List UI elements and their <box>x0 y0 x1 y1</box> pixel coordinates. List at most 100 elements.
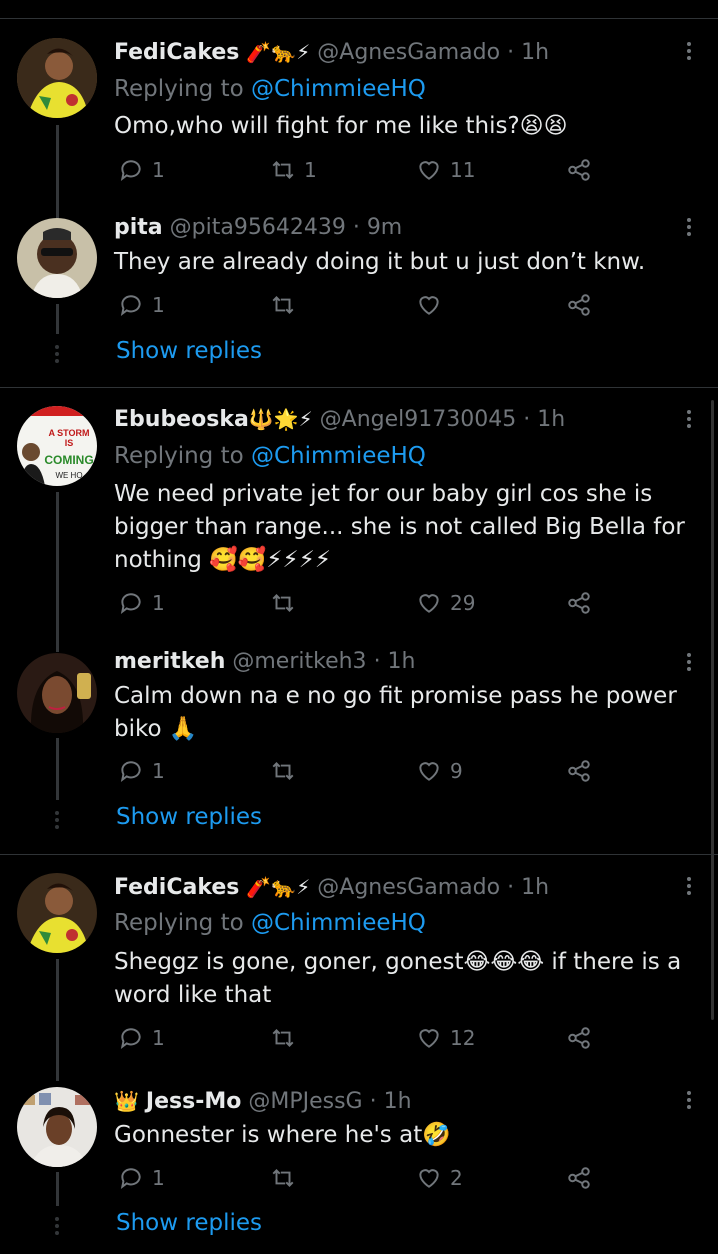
reply-button[interactable]: 1 <box>118 590 165 616</box>
user-handle[interactable]: @MPJessG <box>248 1089 362 1114</box>
tweet-header: FediCakes 🧨🐆⚡ @AgnesGamado · 1h <box>114 38 549 67</box>
avatar[interactable] <box>17 873 97 953</box>
timestamp[interactable]: · 1h <box>374 649 416 674</box>
timestamp[interactable]: · 9m <box>353 215 402 240</box>
scrollbar[interactable] <box>711 400 714 1020</box>
more-options-icon[interactable] <box>686 1091 692 1112</box>
name-emoji: 🧨🐆⚡ <box>246 875 311 899</box>
display-name[interactable]: pita <box>114 215 163 240</box>
tweet-actions: 1 <box>114 292 604 322</box>
share-icon <box>568 760 590 782</box>
share-icon <box>568 592 590 614</box>
retweet-button[interactable] <box>270 1025 296 1051</box>
user-handle[interactable]: @meritkeh3 <box>232 649 366 674</box>
heart-icon <box>419 161 439 180</box>
avatar-image <box>17 218 97 298</box>
tweet-actions: 1 1 11 <box>114 157 604 187</box>
share-button[interactable] <box>566 590 592 616</box>
reply-button[interactable]: 1 <box>118 1165 165 1191</box>
reply-icon <box>120 295 141 316</box>
share-button[interactable] <box>566 1025 592 1051</box>
share-button[interactable] <box>566 758 592 784</box>
thread-continuation-dots <box>55 811 59 832</box>
reply-button[interactable]: 1 <box>118 758 165 784</box>
heart-icon <box>419 1029 439 1048</box>
heart-icon <box>419 1169 439 1188</box>
avatar-image: A STORM IS COMING WE HO <box>17 406 97 486</box>
more-options-icon[interactable] <box>686 877 692 898</box>
like-button[interactable]: 9 <box>416 758 463 784</box>
replying-to: Replying to @ChimmieeHQ <box>114 908 426 938</box>
reply-button[interactable]: 1 <box>118 1025 165 1051</box>
timestamp[interactable]: · 1h <box>523 407 565 432</box>
show-replies-link[interactable]: Show replies <box>116 338 262 364</box>
reply-count: 1 <box>152 158 165 182</box>
thread-line <box>56 1172 59 1206</box>
replying-to: Replying to @ChimmieeHQ <box>114 441 426 471</box>
display-name[interactable]: meritkeh <box>114 649 225 674</box>
like-button[interactable]: 12 <box>416 1025 475 1051</box>
like-count: 12 <box>450 1026 476 1050</box>
like-button[interactable]: 11 <box>416 157 475 183</box>
mention-link[interactable]: @ChimmieeHQ <box>251 443 426 469</box>
more-options-icon[interactable] <box>686 218 692 239</box>
avatar[interactable] <box>17 1087 97 1167</box>
display-name[interactable]: Ebubeoska <box>114 407 249 432</box>
retweet-button[interactable] <box>270 758 296 784</box>
show-replies-link[interactable]: Show replies <box>116 1210 262 1236</box>
name-emoji: 🔱🌟⚡ <box>248 407 313 431</box>
display-name[interactable]: Jess-Mo <box>146 1089 241 1114</box>
tweet-actions: 1 9 <box>114 758 604 788</box>
timestamp[interactable]: · 1h <box>507 875 549 900</box>
user-handle[interactable]: @Angel91730045 <box>320 407 517 432</box>
tweet-header: 👑 Jess-Mo @MPJessG · 1h <box>114 1087 412 1116</box>
share-button[interactable] <box>566 292 592 318</box>
thread-line <box>56 304 59 334</box>
replying-label: Replying to <box>114 443 251 469</box>
share-button[interactable] <box>566 157 592 183</box>
reply-button[interactable]: 1 <box>118 292 165 318</box>
like-count: 9 <box>450 759 463 783</box>
avatar[interactable] <box>17 38 97 118</box>
share-button[interactable] <box>566 1165 592 1191</box>
like-button[interactable]: 29 <box>416 590 475 616</box>
user-handle[interactable]: @AgnesGamado <box>317 40 500 65</box>
retweet-icon <box>272 161 294 179</box>
timestamp[interactable]: · 1h <box>370 1089 412 1114</box>
show-replies-link[interactable]: Show replies <box>116 804 262 830</box>
share-icon <box>568 1167 590 1189</box>
reply-icon <box>120 1168 141 1189</box>
timestamp[interactable]: · 1h <box>507 40 549 65</box>
like-count: 2 <box>450 1166 463 1190</box>
tweet-actions: 1 12 <box>114 1025 604 1055</box>
like-button[interactable] <box>416 292 442 318</box>
like-count: 29 <box>450 591 476 615</box>
retweet-button[interactable] <box>270 1165 296 1191</box>
reply-count: 1 <box>152 1026 165 1050</box>
share-icon <box>568 1027 590 1049</box>
display-name[interactable]: FediCakes <box>114 875 239 900</box>
reply-button[interactable]: 1 <box>118 157 165 183</box>
reply-icon <box>120 160 141 181</box>
retweet-button[interactable]: 1 <box>270 157 317 183</box>
mention-link[interactable]: @ChimmieeHQ <box>251 76 426 102</box>
avatar[interactable] <box>17 653 97 733</box>
retweet-button[interactable] <box>270 292 296 318</box>
more-options-icon[interactable] <box>686 653 692 674</box>
avatar[interactable] <box>17 218 97 298</box>
mention-link[interactable]: @ChimmieeHQ <box>251 910 426 936</box>
user-handle[interactable]: @pita95642439 <box>170 215 346 240</box>
retweet-button[interactable] <box>270 590 296 616</box>
heart-icon <box>419 296 439 315</box>
user-handle[interactable]: @AgnesGamado <box>317 875 500 900</box>
like-count: 11 <box>450 158 476 182</box>
retweet-icon <box>272 1029 294 1047</box>
avatar-image <box>17 873 97 953</box>
thread-continuation-dots <box>55 345 59 366</box>
more-options-icon[interactable] <box>686 42 692 63</box>
display-name[interactable]: FediCakes <box>114 40 239 65</box>
like-button[interactable]: 2 <box>416 1165 463 1191</box>
more-options-icon[interactable] <box>686 410 692 431</box>
avatar-text-2: IS <box>65 438 74 448</box>
avatar[interactable]: A STORM IS COMING WE HO <box>17 406 97 486</box>
